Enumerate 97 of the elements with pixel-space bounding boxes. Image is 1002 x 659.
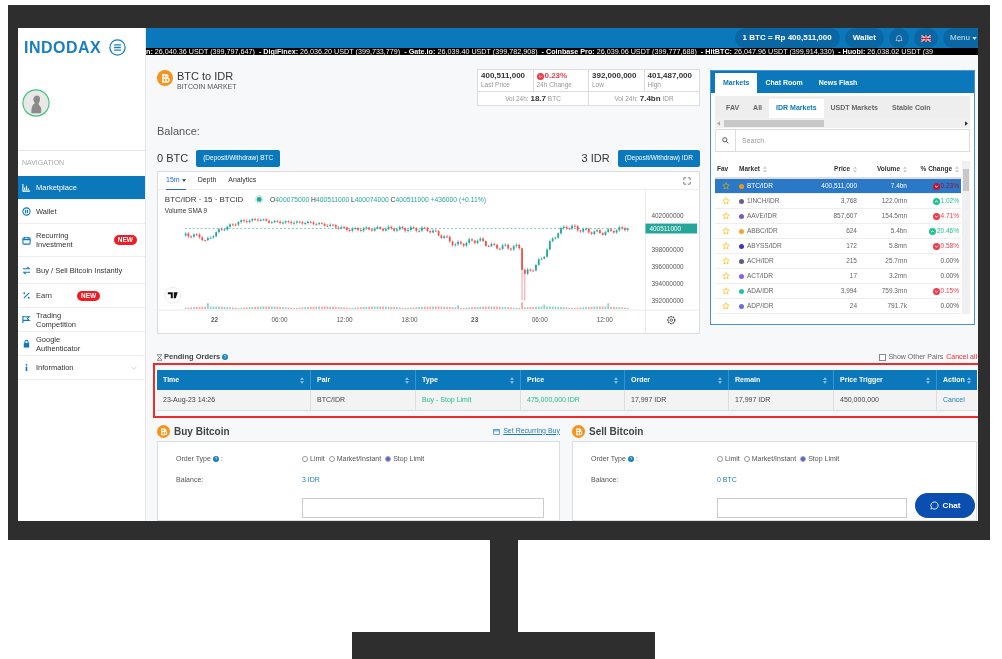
down-circle-icon: [932, 287, 940, 295]
speech-bubble-icon[interactable]: [929, 501, 939, 510]
coin-icon: [739, 273, 744, 279]
chevron-down-icon[interactable]: [131, 365, 137, 370]
coin-icon: [739, 288, 744, 294]
coin-icon: [739, 303, 744, 309]
stat-value: 392,000,000: [592, 71, 638, 81]
down-circle-icon: [536, 72, 544, 80]
balance-amount: 3 IDR: [581, 150, 610, 166]
rate-pill: 1 BTC = Rp 400,511,000: [734, 28, 840, 48]
fullscreen-icon[interactable]: [683, 176, 691, 185]
stat-value: 0.23%: [536, 71, 585, 81]
panel-title: Sell Bitcoin: [589, 424, 644, 439]
radio-button[interactable]: [328, 456, 335, 462]
coin-icon: [739, 258, 744, 264]
bitcoin-coin-icon: [157, 424, 170, 438]
sort-icon[interactable]: [926, 376, 930, 384]
scroll-right-icon[interactable]: [965, 120, 968, 126]
star-icon[interactable]: [722, 227, 730, 235]
sort-icon[interactable]: [405, 376, 409, 384]
show-other-pairs-checkbox[interactable]: [879, 353, 887, 361]
flag-icon[interactable]: [921, 34, 931, 42]
help-icon[interactable]: [222, 354, 229, 360]
input-field[interactable]: [717, 498, 907, 518]
balance-amount: 0 BTC: [157, 150, 189, 166]
avatar[interactable]: [22, 89, 50, 117]
coin-icon: [739, 213, 744, 219]
scroll-left-icon[interactable]: [717, 120, 720, 126]
coin-icon: [739, 198, 744, 204]
sort-icon[interactable]: [853, 165, 857, 173]
radio-button[interactable]: [385, 456, 392, 462]
hourglass-icon: [157, 353, 162, 361]
sort-icon[interactable]: [955, 165, 959, 173]
radio-button[interactable]: [717, 456, 723, 462]
star-icon[interactable]: [722, 212, 730, 220]
down-circle-icon: [932, 182, 940, 190]
down-circle-icon: [932, 242, 940, 250]
calendar-icon: [22, 235, 31, 245]
star-icon[interactable]: [722, 242, 730, 250]
notification-button[interactable]: [889, 28, 909, 48]
star-icon[interactable]: [722, 197, 730, 205]
percent-icon: [22, 291, 31, 300]
radio-button[interactable]: [302, 456, 308, 462]
help-icon[interactable]: [212, 456, 219, 462]
radio-button[interactable]: [743, 456, 750, 462]
coin-icon: [739, 183, 744, 189]
stat-value: 401,487,000: [647, 71, 693, 81]
sort-icon[interactable]: [510, 376, 514, 384]
logo[interactable]: INDODAX: [24, 35, 102, 60]
down-circle-icon: [932, 212, 940, 220]
up-circle-icon: [928, 227, 936, 235]
horizontal-scrollbar[interactable]: [715, 118, 970, 128]
tradingview-logo-icon[interactable]: [164, 287, 182, 304]
flag-icon: [22, 315, 31, 324]
caret-icon[interactable]: [972, 36, 977, 40]
help-icon[interactable]: [627, 456, 634, 462]
sort-icon[interactable]: [903, 165, 907, 173]
sort-icon[interactable]: [823, 376, 827, 384]
market-title: BTC to IDR: [177, 70, 235, 82]
sort-icon[interactable]: [300, 376, 304, 384]
radio-button[interactable]: [800, 456, 807, 462]
language-button[interactable]: [914, 28, 938, 48]
search-icon[interactable]: [722, 137, 729, 144]
coin-icon: [739, 243, 744, 249]
swap-arrows-icon: [22, 265, 31, 275]
panel-title: Buy Bitcoin: [174, 424, 230, 439]
star-icon[interactable]: [722, 287, 730, 295]
star-icon[interactable]: [722, 272, 730, 280]
stat-value: 400,511,000: [481, 71, 527, 81]
bell-icon[interactable]: [895, 34, 903, 42]
star-icon[interactable]: [722, 257, 730, 265]
input-field[interactable]: [302, 498, 544, 518]
coin-icon: [739, 228, 744, 234]
star-icon[interactable]: [722, 182, 730, 190]
caret-icon[interactable]: [181, 178, 186, 182]
coin-icon: [22, 207, 31, 216]
sort-icon[interactable]: [614, 376, 618, 384]
sort-icon[interactable]: [718, 376, 722, 384]
bitcoin-coin-icon: [572, 424, 585, 438]
chart-symbol: BTC/IDR · 15 · BTCID: [164, 194, 244, 204]
sort-icon[interactable]: [967, 376, 971, 384]
calendar-icon[interactable]: [493, 427, 501, 435]
star-icon[interactable]: [722, 302, 730, 310]
settings-icon[interactable]: [667, 315, 676, 325]
bar-chart-icon: [22, 183, 31, 192]
sort-icon[interactable]: [762, 165, 767, 173]
menu-button[interactable]: Menu: [943, 28, 978, 48]
chat-button[interactable]: Chat: [915, 493, 975, 518]
market-status-icon: [254, 195, 264, 204]
balance-title: Balance:: [157, 125, 200, 137]
wallet-button[interactable]: Wallet: [844, 28, 884, 48]
lock-icon: [22, 339, 31, 348]
last-price-tag: [645, 223, 698, 234]
bitcoin-coin-icon: [157, 70, 173, 86]
vertical-scrollbar[interactable]: [962, 161, 970, 314]
up-circle-icon: [932, 197, 940, 205]
menu-icon[interactable]: [109, 39, 127, 56]
